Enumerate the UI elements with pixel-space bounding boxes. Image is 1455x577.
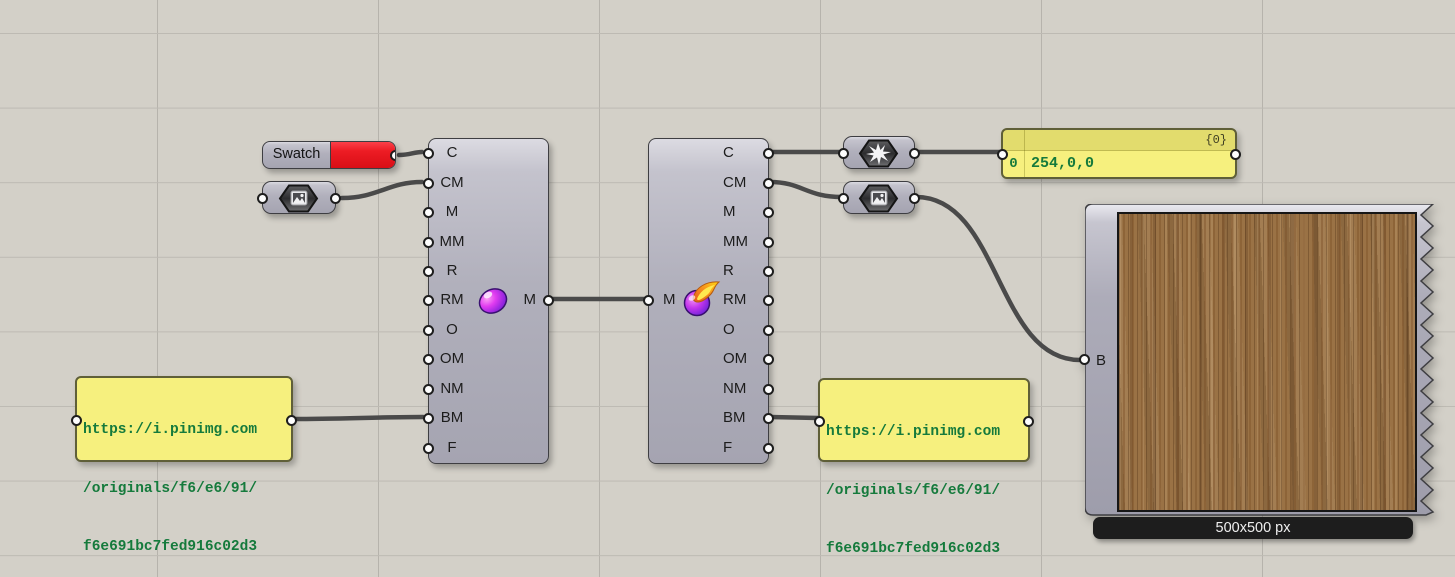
material-flame-icon (681, 279, 725, 319)
input-r: R (429, 261, 475, 281)
url-panel-left[interactable]: https://i.pinimg.com /originals/f6/e6/91… (75, 376, 293, 462)
in-m-connector[interactable] (423, 207, 434, 218)
value-panel-value: 254,0,0 (1031, 151, 1094, 177)
in-f-connector[interactable] (423, 443, 434, 454)
swatch-label: Swatch (263, 142, 331, 168)
url-line: f6e691bc7fed916c02d3 (826, 540, 1026, 560)
value-panel[interactable]: {0} 0 254,0,0 (1001, 128, 1237, 179)
wire-swatch-to-c[interactable] (399, 152, 422, 155)
out-f-connector[interactable] (763, 443, 774, 454)
bitmap-param-right-input-connector[interactable] (838, 193, 849, 204)
url-line: https://i.pinimg.com (826, 423, 1026, 443)
out-m2-connector[interactable] (763, 207, 774, 218)
in-c-connector[interactable] (423, 148, 434, 159)
output-mm: MM (723, 232, 748, 252)
preview-input-connector[interactable] (1079, 354, 1090, 365)
create-material-component[interactable]: C CM M MM R RM O OM NM BM F M (428, 138, 549, 464)
colour-param[interactable] (843, 136, 915, 169)
out-o-connector[interactable] (763, 325, 774, 336)
output-r: R (723, 261, 734, 281)
output-cm: CM (723, 173, 746, 193)
output-m: M (723, 202, 736, 222)
out-r-connector[interactable] (763, 266, 774, 277)
material-egg-icon (475, 282, 511, 318)
output-rm: RM (723, 290, 746, 310)
wire-image-to-cm[interactable] (342, 182, 422, 198)
swatch-color-chip[interactable] (331, 142, 395, 168)
wire-url-to-bm[interactable] (293, 417, 423, 419)
bitmap-preview-component[interactable]: B (1085, 204, 1437, 524)
deconstruct-material-component[interactable]: M C CM M MM R RM O OM NM BM (648, 138, 769, 464)
in-bm-connector[interactable] (423, 413, 434, 424)
output-bm: BM (723, 408, 746, 428)
out-nm-connector[interactable] (763, 384, 774, 395)
output-nm: NM (723, 379, 746, 399)
in-cm-connector[interactable] (423, 178, 434, 189)
input-om: OM (429, 349, 475, 369)
panel-index-divider (1024, 130, 1025, 177)
image-size-badge: 500x500 px (1093, 517, 1413, 539)
url-panel-right-input-connector[interactable] (814, 416, 825, 427)
bitmap-param-left-input-connector[interactable] (257, 193, 268, 204)
out-cm-connector[interactable] (763, 178, 774, 189)
in-m-connector[interactable] (643, 295, 654, 306)
input-cm: CM (429, 173, 475, 193)
colour-param-output-connector[interactable] (909, 148, 920, 159)
value-panel-output-connector[interactable] (1230, 149, 1241, 160)
output-f: F (723, 438, 732, 458)
url-line: https://i.pinimg.com (83, 421, 289, 441)
url-panel-left-input-connector[interactable] (71, 415, 82, 426)
bitmap-param-right[interactable] (843, 181, 915, 214)
wire-cm-to-image[interactable] (770, 182, 842, 197)
image-icon (277, 183, 321, 214)
bitmap-param-right-output-connector[interactable] (909, 193, 920, 204)
url-panel-right-output-connector[interactable] (1023, 416, 1034, 427)
wood-texture-image (1117, 212, 1417, 512)
bitmap-param-left[interactable] (262, 181, 336, 214)
input-nm: NM (429, 379, 475, 399)
url-line: /originals/f6/e6/91/ (83, 480, 289, 500)
out-bm-connector[interactable] (763, 413, 774, 424)
out-om-connector[interactable] (763, 354, 774, 365)
url-line: /originals/f6/e6/91/ (826, 482, 1026, 502)
input-m: M (429, 202, 475, 222)
colour-param-input-connector[interactable] (838, 148, 849, 159)
wire-image-to-preview[interactable] (916, 197, 1080, 360)
url-panel-right[interactable]: https://i.pinimg.com /originals/f6/e6/91… (818, 378, 1030, 462)
swatch-output-connector[interactable] (390, 150, 396, 161)
out-rm-connector[interactable] (763, 295, 774, 306)
in-mm-connector[interactable] (423, 237, 434, 248)
in-o-connector[interactable] (423, 325, 434, 336)
input-bm: BM (429, 408, 475, 428)
wire-bm-to-panel[interactable] (770, 417, 818, 418)
input-mm: MM (429, 232, 475, 252)
value-panel-input-connector[interactable] (997, 149, 1008, 160)
value-panel-path: {0} (1003, 130, 1235, 151)
output-om: OM (723, 349, 747, 369)
input-f: F (429, 438, 475, 458)
output-m-label: M (524, 290, 537, 310)
url-line: f6e691bc7fed916c02d3 (83, 538, 289, 558)
out-c-connector[interactable] (763, 148, 774, 159)
image-icon (857, 183, 901, 214)
out-mm-connector[interactable] (763, 237, 774, 248)
preview-input-label: B (1096, 352, 1106, 369)
output-o: O (723, 320, 735, 340)
input-o: O (429, 320, 475, 340)
grasshopper-canvas[interactable]: Swatch C CM M MM R RM O OM NM BM F (0, 0, 1455, 577)
colour-burst-icon (857, 138, 901, 169)
in-om-connector[interactable] (423, 354, 434, 365)
input-rm: RM (429, 290, 475, 310)
in-r-connector[interactable] (423, 266, 434, 277)
in-rm-connector[interactable] (423, 295, 434, 306)
input-m-label: M (663, 290, 676, 310)
in-nm-connector[interactable] (423, 384, 434, 395)
url-panel-left-output-connector[interactable] (286, 415, 297, 426)
bitmap-param-left-output-connector[interactable] (330, 193, 341, 204)
output-c: C (723, 143, 734, 163)
out-m-connector[interactable] (543, 295, 554, 306)
swatch-component[interactable]: Swatch (262, 141, 396, 169)
input-c: C (429, 143, 475, 163)
